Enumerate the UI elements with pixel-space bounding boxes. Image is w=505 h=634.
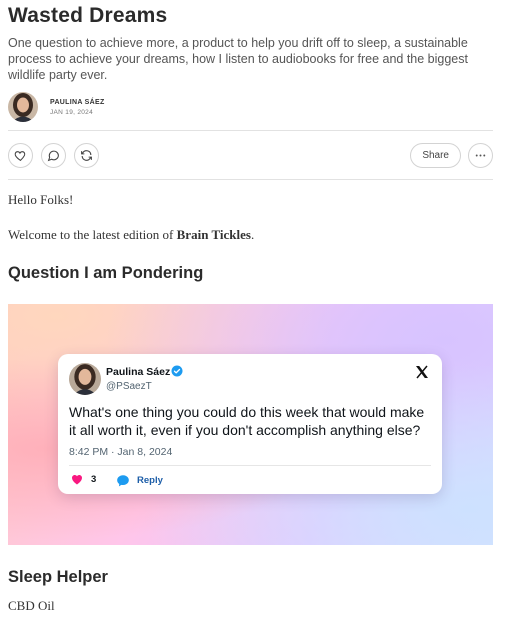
post-actions: Share (8, 142, 493, 170)
greeting-text: Hello Folks! (8, 192, 74, 207)
post-title: Wasted Dreams (8, 4, 168, 27)
tweet-text: What's one thing you could do this week … (69, 404, 425, 438)
section-heading-question: Question I am Pondering (8, 264, 204, 282)
divider (8, 179, 493, 180)
byline: PAULINA SÁEZ JAN 19, 2024 (8, 91, 105, 123)
newsletter-name: Brain Tickles (176, 227, 251, 242)
welcome-text: Welcome to the latest edition of Brain T… (8, 227, 254, 243)
tweet-like-count: 3 (91, 474, 97, 485)
like-button[interactable] (8, 143, 33, 168)
post-date: JAN 19, 2024 (50, 108, 93, 116)
divider (8, 130, 493, 131)
tweet-timestamp: 8:42 PM · Jan 8, 2024 (69, 446, 173, 458)
reply-bubble-icon (117, 475, 129, 487)
heart-icon (14, 151, 26, 162)
section-heading-sleep: Sleep Helper (8, 568, 108, 586)
welcome-suffix: . (250, 227, 255, 242)
heart-filled-icon (72, 475, 82, 485)
comment-icon (47, 150, 59, 162)
author-avatar[interactable] (8, 92, 38, 122)
tweet-divider (69, 465, 431, 466)
tweet-card: Paulina Sáez @PSaezT What's one thing yo… (58, 354, 442, 494)
tweet-like: 3 (71, 474, 96, 485)
sleep-helper-text: CBD Oil (8, 598, 55, 613)
welcome-prefix: Welcome to the latest edition of (8, 227, 177, 242)
restack-button[interactable] (74, 143, 99, 168)
post-subtitle: One question to achieve more, a product … (8, 36, 468, 82)
share-button[interactable]: Share (410, 143, 461, 168)
tweet-reply: Reply (116, 474, 163, 487)
tweet-author-name: Paulina Sáez (106, 366, 171, 378)
comment-button[interactable] (41, 143, 66, 168)
restack-icon (81, 150, 92, 161)
tweet-reply-label: Reply (137, 475, 163, 486)
more-icon (475, 154, 486, 157)
author-name[interactable]: PAULINA SÁEZ (50, 99, 105, 106)
tweet-avatar (69, 363, 101, 395)
tweet-image[interactable]: Paulina Sáez @PSaezT What's one thing yo… (8, 304, 493, 545)
author-meta: PAULINA SÁEZ JAN 19, 2024 (50, 99, 105, 116)
verified-badge-icon (171, 365, 183, 377)
x-logo-icon (416, 365, 428, 379)
more-button[interactable] (468, 143, 493, 168)
tweet-handle: @PSaezT (106, 381, 152, 392)
